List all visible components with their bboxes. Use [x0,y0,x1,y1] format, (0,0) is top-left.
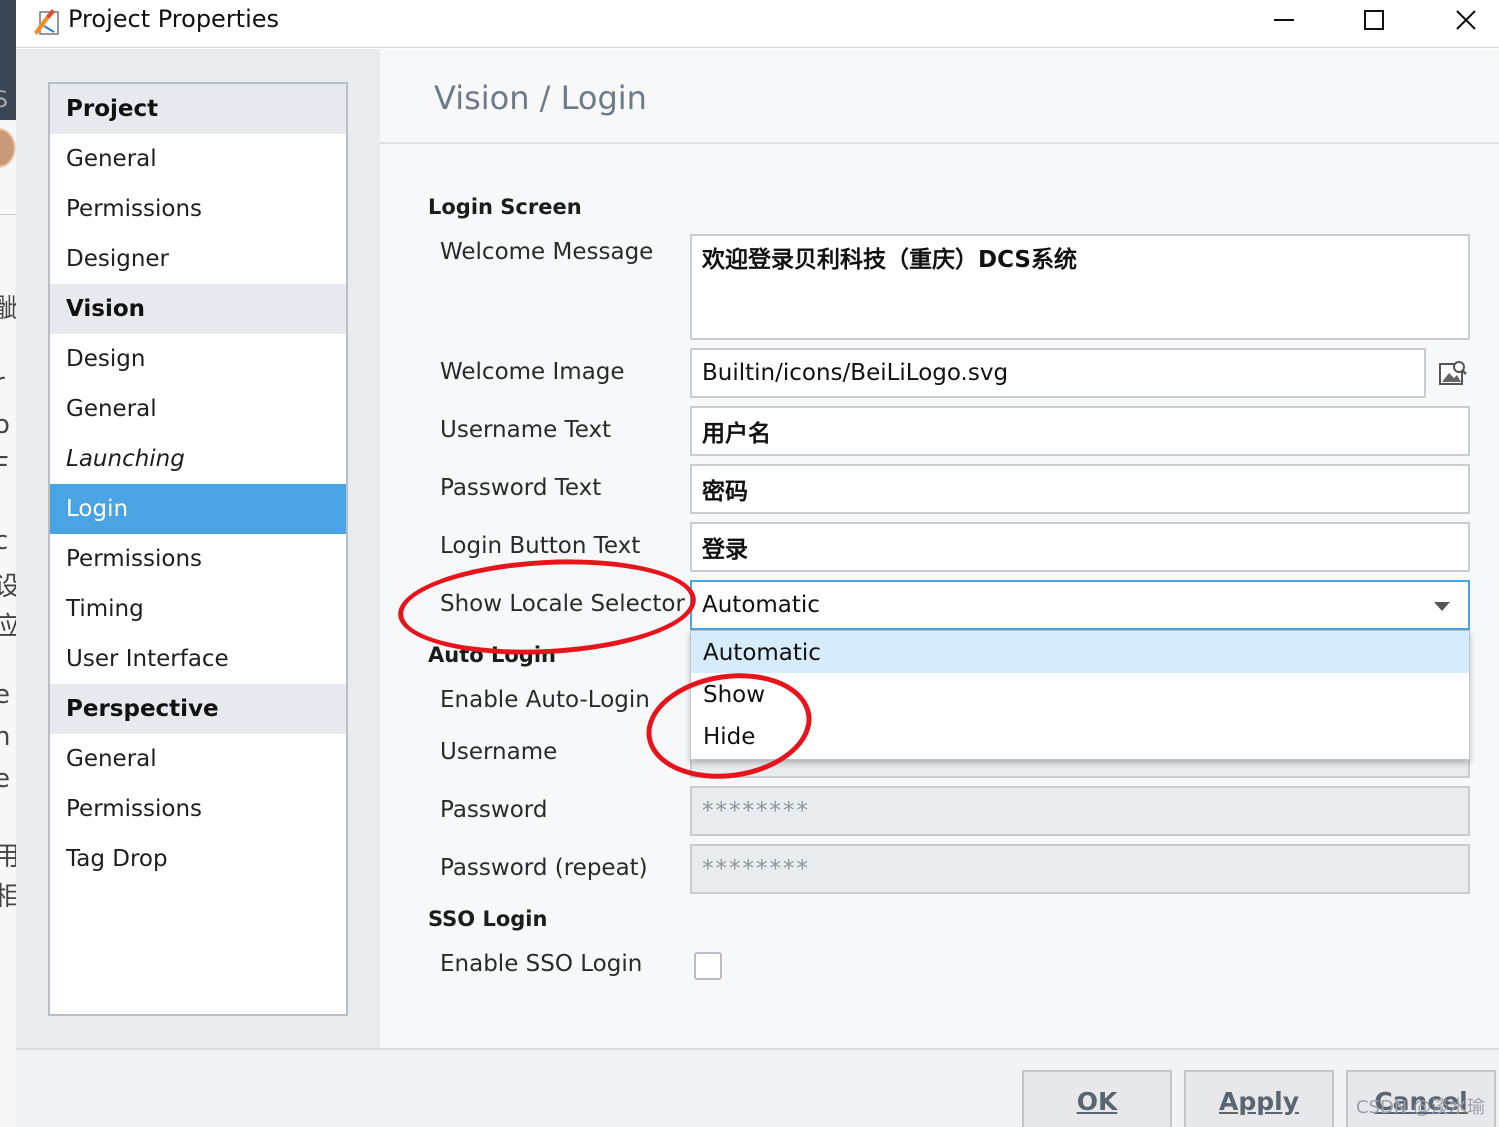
background-fragment: S [0,88,8,113]
enable-sso-login-label: Enable SSO Login [440,951,643,977]
avatar [0,128,16,168]
welcome-image-input[interactable]: Builtin/icons/BeiLiLogo.svg [690,348,1426,398]
nav-item-project-general[interactable]: General [50,134,346,184]
background-fragment: F [0,452,9,482]
background-fragment: r [0,368,5,398]
apply-button[interactable]: Apply [1184,1070,1334,1127]
nav-item-vision-login[interactable]: Login [50,484,346,534]
nav-item-perspective-general[interactable]: General [50,734,346,784]
nav-group-vision[interactable]: Vision [50,284,346,334]
ok-button[interactable]: OK [1022,1070,1172,1127]
background-fragment: 用 [0,842,16,872]
nav-group-perspective[interactable]: Perspective [50,684,346,734]
nav-item-project-designer[interactable]: Designer [50,234,346,284]
dialog-footer: OK Apply Cancel CSDN @淡水瑜 [16,1048,1499,1127]
nav-item-vision-timing[interactable]: Timing [50,584,346,634]
background-fragment: c [0,526,9,556]
category-tree: Project General Permissions Designer Vis… [48,82,348,1016]
maximize-button[interactable] [1344,0,1404,40]
background-fragment: 相 [0,882,16,912]
nav-item-vision-design[interactable]: Design [50,334,346,384]
background-window-strip: S 骴 r o F c 设 应 e n e 用 相 [0,0,16,1127]
auto-login-password-repeat-input[interactable]: ******** [690,844,1470,894]
auto-login-password-repeat-label: Password (repeat) [440,855,648,881]
watermark: CSDN @淡水瑜 [1355,1097,1485,1118]
show-locale-selector-label: Show Locale Selector [440,591,685,617]
locale-option-show[interactable]: Show [691,673,1469,715]
nav-group-project[interactable]: Project [50,84,346,134]
locale-select-value: Automatic [702,592,820,618]
chevron-down-icon [1434,602,1450,611]
title-bar: Project Properties [16,0,1499,48]
close-button[interactable] [1436,0,1496,40]
maximize-icon [1364,10,1384,30]
nav-item-vision-launching[interactable]: Launching [50,434,346,484]
background-fragment: e [0,680,10,710]
locale-option-automatic[interactable]: Automatic [691,631,1469,673]
username-text-input[interactable]: 用户名 [690,406,1470,456]
image-browse-icon[interactable] [1438,358,1468,388]
background-fragment: 骴 [0,294,16,324]
enable-auto-login-label: Enable Auto-Login [440,687,650,713]
project-properties-icon [34,9,59,35]
page-title: Vision / Login [434,79,647,117]
window-title: Project Properties [68,5,280,33]
background-divider [0,214,16,215]
username-text-label: Username Text [440,417,612,443]
section-title-auto-login: Auto Login [428,643,556,667]
password-text-input[interactable]: 密码 [690,464,1470,514]
login-button-text-input[interactable]: 登录 [690,522,1470,572]
close-icon [1456,10,1476,30]
minimize-icon [1274,19,1294,21]
project-properties-dialog: Project Properties Project General Permi… [16,0,1499,1127]
background-fragment: 应 [0,612,16,642]
password-text-label: Password Text [440,475,602,501]
welcome-image-label: Welcome Image [440,359,625,385]
navigation-panel: Project General Permissions Designer Vis… [16,49,380,1048]
auto-login-username-label: Username [440,739,558,765]
welcome-message-textarea[interactable]: 欢迎登录贝利科技（重庆）DCS系统 [690,234,1470,340]
settings-content: Vision / Login Login Screen Welcome Mess… [380,49,1499,1048]
locale-options-list: Automatic Show Hide [690,630,1470,760]
minimize-button[interactable] [1254,0,1314,40]
locale-option-hide[interactable]: Hide [691,715,1469,757]
nav-item-vision-user-interface[interactable]: User Interface [50,634,346,684]
auto-login-password-label: Password [440,797,548,823]
welcome-message-label: Welcome Message [440,239,654,265]
nav-item-project-permissions[interactable]: Permissions [50,184,346,234]
background-fragment: 设 [0,572,16,602]
auto-login-password-input[interactable]: ******** [690,786,1470,836]
section-title-login-screen: Login Screen [428,195,582,219]
section-title-sso-login: SSO Login [428,907,548,931]
show-locale-selector-dropdown[interactable]: Automatic [690,580,1470,630]
nav-item-vision-permissions[interactable]: Permissions [50,534,346,584]
nav-item-vision-general[interactable]: General [50,384,346,434]
background-fragment: e [0,764,10,794]
login-button-text-label: Login Button Text [440,533,641,559]
content-header: Vision / Login [380,49,1499,144]
enable-sso-login-checkbox[interactable] [694,952,722,980]
background-fragment: o [0,410,10,440]
background-fragment: n [0,722,11,752]
nav-item-perspective-permissions[interactable]: Permissions [50,784,346,834]
nav-item-perspective-tag-drop[interactable]: Tag Drop [50,834,346,884]
